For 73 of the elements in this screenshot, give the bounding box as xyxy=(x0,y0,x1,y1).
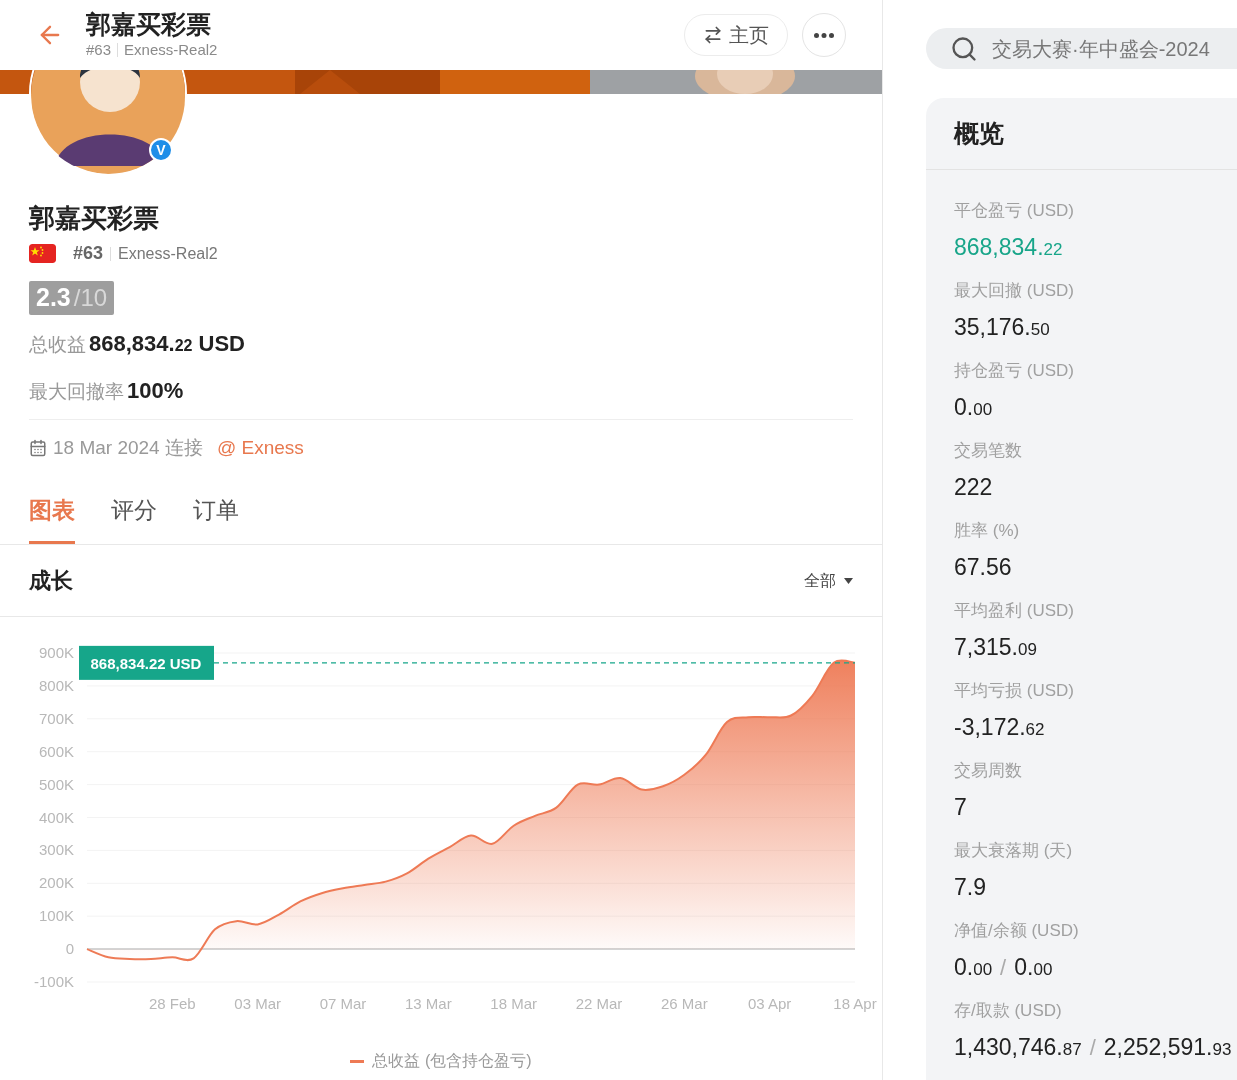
stat-value: 35,176.50 xyxy=(954,313,1050,342)
stat-label: 持仓盈亏 (USD) xyxy=(954,360,1075,382)
x-axis-label: 18 Mar xyxy=(490,995,537,1012)
stat-label: 交易周数 xyxy=(954,760,1023,782)
caret-icon xyxy=(844,577,853,584)
y-axis-label: 600K xyxy=(38,742,74,760)
x-axis-label: 28 Feb xyxy=(149,995,196,1012)
account-text: Exness-Real2 xyxy=(124,39,218,60)
x-axis-label: 03 Apr xyxy=(748,995,792,1012)
stat-label: 最大回撤 (USD) xyxy=(954,280,1075,302)
section-title: 成长 xyxy=(29,567,73,595)
search-field[interactable]: 交易大赛·年中盛会-2024 xyxy=(926,28,1237,69)
stat-value: 0.00 xyxy=(954,953,993,982)
calendar-icon xyxy=(29,439,47,458)
separator: / xyxy=(1089,1034,1096,1062)
stat-label: 存/取款 (USD) xyxy=(954,1000,1063,1022)
x-axis-label: 26 Mar xyxy=(661,995,708,1012)
stat-label: 平仓盈亏 (USD) xyxy=(954,200,1075,222)
value-tag-text: 868,834.22 USD xyxy=(90,654,202,672)
stat-value: 0.00 xyxy=(954,393,993,422)
x-axis-label: 07 Mar xyxy=(319,995,367,1012)
range-dropdown[interactable]: 全部 xyxy=(804,568,853,593)
more-icon xyxy=(814,32,834,38)
legend-swatch xyxy=(350,1059,365,1063)
stat-value: 222 xyxy=(954,473,993,502)
stat-value: 7 xyxy=(954,793,967,822)
profile-name: 郭嘉买彩票 xyxy=(29,202,160,234)
stat-value: -3,172.62 xyxy=(954,713,1045,742)
y-axis-label: 700K xyxy=(38,709,74,727)
stat-label: 胜率 (%) xyxy=(954,520,1021,542)
x-axis-label: 22 Mar xyxy=(575,995,623,1012)
separator: / xyxy=(1000,954,1007,982)
y-axis-label: 900K xyxy=(38,644,74,661)
y-axis-label: 200K xyxy=(38,874,74,892)
connected-date: 18 Mar 2024 连接 xyxy=(53,436,203,460)
total-label: 总收益 xyxy=(29,333,86,357)
stat-value: 7.9 xyxy=(954,873,986,902)
stat-label: 交易笔数 xyxy=(954,440,1023,462)
y-axis-label: 300K xyxy=(38,841,74,859)
stat-value: 0.00 xyxy=(1014,953,1053,982)
stat-value: 1,430,746.87 xyxy=(954,1033,1082,1062)
swap-icon xyxy=(703,25,723,45)
stat-label: 最大衰落期 (天) xyxy=(954,840,1074,862)
stat-value: 2,252,591.93 xyxy=(1103,1033,1232,1062)
rank-text: #63 xyxy=(86,39,112,60)
x-axis-label: 18 Apr xyxy=(833,995,877,1012)
header-title: 郭嘉买彩票 xyxy=(86,8,212,39)
score-badge: 2.3/10 xyxy=(29,281,115,315)
drawdown-label: 最大回撤率 xyxy=(29,380,124,404)
y-axis-label: 400K xyxy=(38,808,74,826)
legend-label: 总收益 (包含持仓盈亏) xyxy=(372,1051,532,1071)
tab[interactable]: 订单 xyxy=(193,492,239,544)
stat-value: 7,315.09 xyxy=(954,633,1037,662)
stat-label: 平均亏损 (USD) xyxy=(954,680,1075,702)
total-value: 868,834.22 USD xyxy=(89,330,245,358)
search-icon xyxy=(950,34,978,63)
y-axis-label: 500K xyxy=(38,775,74,793)
account-text: Exness-Real2 xyxy=(118,243,218,264)
card-title: 概览 xyxy=(954,117,1004,149)
x-axis-label: 13 Mar xyxy=(405,995,452,1012)
y-axis-label: -100K xyxy=(33,973,74,990)
tab[interactable]: 评分 xyxy=(111,492,157,544)
stat-value: 868,834.22 xyxy=(954,233,1063,262)
rank-text: #63 xyxy=(73,242,104,265)
stat-value: 67.56 xyxy=(954,553,1012,582)
y-axis-label: 0 xyxy=(65,940,74,958)
x-axis-label: 03 Mar xyxy=(234,995,281,1012)
flag-icon xyxy=(29,244,56,263)
y-axis-label: 100K xyxy=(38,907,74,925)
drawdown-value: 100% xyxy=(127,377,184,405)
y-axis-label: 800K xyxy=(38,676,74,694)
stat-label: 平均盈利 (USD) xyxy=(954,600,1075,622)
stat-label: 净值/余额 (USD) xyxy=(954,920,1080,942)
